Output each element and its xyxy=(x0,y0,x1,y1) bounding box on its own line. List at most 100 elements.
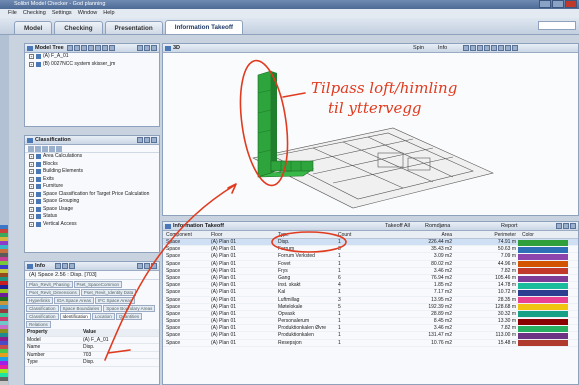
menu-help[interactable]: Help xyxy=(103,9,114,18)
menu-settings[interactable]: Settings xyxy=(52,9,72,18)
cell-color[interactable] xyxy=(518,239,568,246)
cell-color[interactable] xyxy=(518,340,568,347)
camera-icon[interactable] xyxy=(505,45,511,51)
classification-item[interactable]: + Blocks xyxy=(25,161,159,169)
panel-maximize-icon[interactable] xyxy=(144,45,150,51)
cell-color[interactable] xyxy=(518,311,568,318)
table-row[interactable]: Space (A) Plan 01 Møtelokale 5 192.39 m2 128.… xyxy=(163,304,578,311)
tab-checking[interactable]: Checking xyxy=(54,21,103,34)
menu-checking[interactable]: Checking xyxy=(23,9,46,18)
table-row[interactable]: Space (A) Plan 01 Forrum 3 35.43 m2 50.63 m xyxy=(163,246,578,254)
zoom-fit-icon[interactable] xyxy=(477,45,483,51)
info-tab[interactable]: Space Boundary Areas xyxy=(103,305,156,312)
cell-color[interactable] xyxy=(518,297,568,304)
expand-toggle-icon[interactable]: + xyxy=(29,61,34,67)
info-tab-relations[interactable]: Relations xyxy=(26,321,51,328)
table-row[interactable]: Space (A) Plan 01 Opvask 1 28.89 m2 30.32 m xyxy=(163,311,578,319)
select-icon[interactable] xyxy=(88,45,94,51)
cell-color[interactable] xyxy=(518,318,568,325)
tab-model[interactable]: Model xyxy=(14,21,53,34)
panel-minimize-icon[interactable] xyxy=(137,137,143,143)
add-icon[interactable] xyxy=(28,146,34,152)
panel-minimize-icon[interactable] xyxy=(137,45,143,51)
view3d-canvas[interactable]: Tilpass loft/himling til yttervegg xyxy=(163,53,578,215)
column-header-color[interactable]: Color xyxy=(518,231,568,238)
column-header-perimeter[interactable]: Perimeter xyxy=(454,231,518,238)
minimize-button[interactable] xyxy=(539,0,551,8)
info-tab[interactable]: Plan_Revit_Phasing xyxy=(26,281,73,288)
cell-color[interactable] xyxy=(518,282,568,289)
section-icon[interactable] xyxy=(491,45,497,51)
expand-toggle-icon[interactable]: + xyxy=(29,206,34,212)
show-icon[interactable] xyxy=(102,45,108,51)
cell-color[interactable] xyxy=(518,289,568,296)
table-row[interactable]: Space (A) Plan 01 Frys 1 3.46 m2 7.82 m xyxy=(163,268,578,275)
measure-icon[interactable] xyxy=(498,45,504,51)
expand-toggle-icon[interactable]: + xyxy=(29,54,34,60)
table-row[interactable]: Space (A) Plan 01 Gang 6 76.94 m2 105.46 m xyxy=(163,275,578,283)
settings-icon[interactable] xyxy=(512,45,518,51)
classification-item[interactable]: + Exits xyxy=(25,176,159,184)
filter-icon[interactable] xyxy=(67,45,73,51)
panel-close-icon[interactable] xyxy=(151,45,157,51)
info-tab[interactable]: Classification xyxy=(26,313,59,320)
cell-color[interactable] xyxy=(518,246,568,253)
classification-item[interactable]: + Space Grouping xyxy=(25,198,159,206)
info-tab-location[interactable]: Location xyxy=(91,313,115,320)
info-tab[interactable]: Pset_Revit_Identity Data xyxy=(80,289,137,296)
collapse-icon[interactable] xyxy=(81,45,87,51)
cell-color[interactable] xyxy=(518,275,568,282)
classification-item[interactable]: + Area Calculations xyxy=(25,153,159,161)
cell-color[interactable] xyxy=(518,325,568,332)
expand-toggle-icon[interactable]: + xyxy=(29,214,34,220)
property-row[interactable]: Number 703 xyxy=(25,352,159,359)
close-button[interactable] xyxy=(565,0,577,8)
export-icon[interactable] xyxy=(56,146,62,152)
search-input[interactable] xyxy=(538,21,576,30)
cell-color[interactable] xyxy=(518,332,568,340)
property-row[interactable]: Type Disp. xyxy=(25,359,159,367)
info-tab-identification[interactable]: Identification xyxy=(59,313,91,320)
zoom-out-icon[interactable] xyxy=(470,45,476,51)
table-row[interactable]: Space (A) Plan 01 Produktionkalen 1 131.47 m… xyxy=(163,332,578,340)
classification-item[interactable]: + Furniture xyxy=(25,183,159,191)
edit-icon[interactable] xyxy=(35,146,41,152)
panel-minimize-icon[interactable] xyxy=(137,263,143,269)
info-tab[interactable]: IDA Space Areas xyxy=(54,297,95,304)
table-row[interactable]: Space (A) Plan 01 Kal 1 7.17 m2 10.72 m xyxy=(163,289,578,297)
expand-toggle-icon[interactable]: + xyxy=(29,169,34,175)
menu-file[interactable]: File xyxy=(8,9,17,18)
expand-toggle-icon[interactable]: + xyxy=(29,191,34,197)
table-row[interactable]: Space (A) Plan 01 Disp. 1 226.44 m2 74.91 m xyxy=(163,239,578,247)
expand-toggle-icon[interactable]: + xyxy=(29,199,34,205)
options-icon[interactable] xyxy=(109,45,115,51)
property-row[interactable]: Model (A) F_A_01 xyxy=(25,337,159,344)
column-header-component[interactable]: Component xyxy=(163,231,211,238)
cell-color[interactable] xyxy=(518,304,568,311)
table-row[interactable]: Space (A) Plan 01 Fovet 1 80.02 m2 44.96 m xyxy=(163,261,578,268)
info-tab[interactable]: Pset_Revit_Dimensions xyxy=(26,289,80,296)
menu-window[interactable]: Window xyxy=(78,9,98,18)
maximize-button[interactable] xyxy=(552,0,564,8)
panel-close-icon[interactable] xyxy=(570,223,576,229)
expand-toggle-icon[interactable]: + xyxy=(29,221,34,227)
takeoff-select-dropdown[interactable]: Romdjøna xyxy=(425,222,450,231)
zoom-in-icon[interactable] xyxy=(463,45,469,51)
expand-toggle-icon[interactable]: + xyxy=(29,161,34,167)
classification-item[interactable]: + Space Classification for Target Price C… xyxy=(25,191,159,199)
classification-item[interactable]: + Space Usage xyxy=(25,206,159,214)
info-tab-quantities[interactable]: Quantities xyxy=(115,313,143,320)
info-button[interactable]: Info xyxy=(438,44,447,53)
property-row[interactable]: Name Disp. xyxy=(25,344,159,352)
takeoff-all-button[interactable]: Takeoff All xyxy=(385,222,410,231)
forward-icon[interactable] xyxy=(62,263,68,269)
table-row[interactable]: Space (A) Plan 01 Personalerum 1 8.45 m2 13.3… xyxy=(163,318,578,326)
panel-maximize-icon[interactable] xyxy=(563,223,569,229)
table-row[interactable]: Space (A) Plan 01 Produktionkalen Øvre 1 3.4… xyxy=(163,325,578,333)
panel-minimize-icon[interactable] xyxy=(556,223,562,229)
model-tree-item[interactable]: + (B) 0027NCC system skisser_jm xyxy=(25,61,159,69)
hide-icon[interactable] xyxy=(95,45,101,51)
classification-item[interactable]: + Vertical Access xyxy=(25,221,159,229)
expand-toggle-icon[interactable]: + xyxy=(29,154,34,160)
tab-information-takeoff[interactable]: Information Takeoff xyxy=(164,20,244,34)
